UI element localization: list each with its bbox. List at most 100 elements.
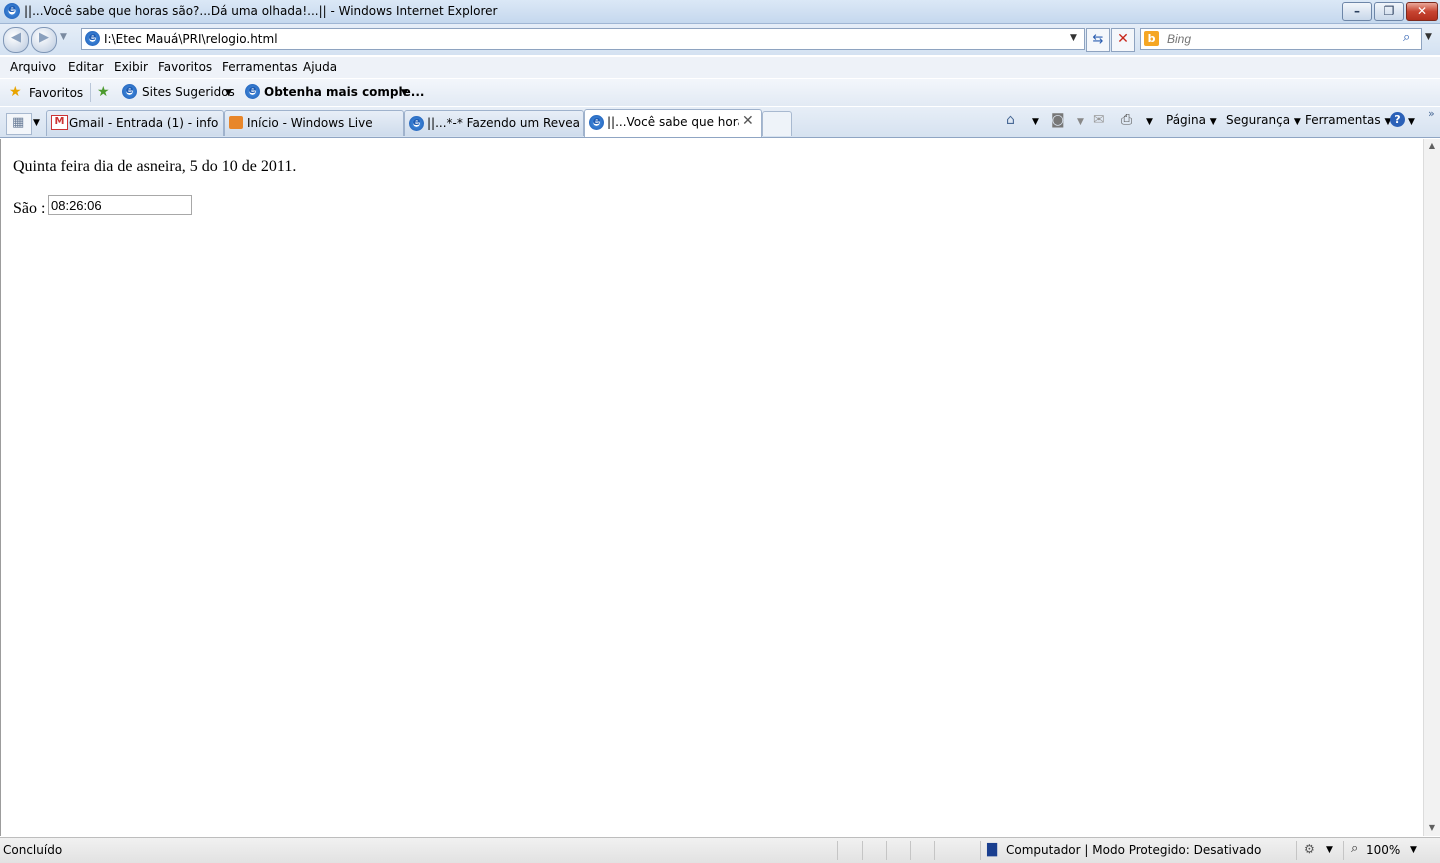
tab-bar: ▦ ▼ M Gmail - Entrada (1) - infoin... In… [0, 107, 1440, 138]
chevron-down-icon: ▼ [1293, 117, 1301, 127]
title-bar: e ||...Você sabe que horas são?...Dá uma… [0, 0, 1440, 24]
restore-icon: ❐ [1383, 4, 1395, 18]
tab-windows-live[interactable]: Início - Windows Live [224, 110, 404, 136]
address-bar[interactable]: e I:\Etec Mauá\PRI\relogio.html ▼ [81, 28, 1085, 50]
time-label: São : [13, 200, 46, 217]
status-divider [934, 841, 935, 860]
recent-pages-dropdown-icon[interactable]: ▼ [60, 32, 67, 42]
home-icon[interactable]: ⌂ [1006, 112, 1015, 128]
address-dropdown-icon[interactable]: ▼ [1070, 33, 1077, 43]
window-title: ||...Você sabe que horas são?...Dá uma o… [24, 4, 498, 18]
tab-label: ||...Você sabe que horas... [607, 115, 739, 129]
favorites-divider [90, 83, 91, 102]
scroll-up-arrow-icon[interactable]: ▲ [1424, 141, 1440, 150]
tools-menu-label: Ferramentas [1305, 113, 1381, 127]
status-divider [862, 841, 863, 860]
address-text[interactable]: I:\Etec Mauá\PRI\relogio.html [104, 32, 278, 46]
feeds-icon[interactable]: ◙ [1051, 112, 1065, 128]
close-tab-icon[interactable]: ✕ [742, 113, 754, 129]
tab-revealt[interactable]: e ||...*-* Fazendo um Revealt... [404, 110, 584, 136]
status-text: Concluído [3, 843, 63, 857]
restore-button[interactable]: ❐ [1374, 2, 1404, 21]
minimize-icon: – [1354, 4, 1360, 18]
new-tab-button[interactable] [762, 111, 792, 136]
ie-page-icon: e [122, 83, 137, 99]
zoom-level[interactable]: 100% [1366, 843, 1400, 857]
tab-label: Início - Windows Live [247, 116, 373, 130]
navigation-bar: ◀ ▶ ▼ e I:\Etec Mauá\PRI\relogio.html ▼ … [0, 24, 1440, 55]
status-divider [1343, 841, 1344, 860]
favorites-bar: ★ Favoritos ★ e Sites Sugeridos ▼ e Obte… [0, 79, 1440, 106]
popup-blocker-icon[interactable]: ⚙ [1304, 842, 1315, 856]
ie-icon: e [589, 114, 604, 130]
mail-icon[interactable]: ✉ [1093, 112, 1105, 128]
tab-label: Gmail - Entrada (1) - infoin... [69, 116, 219, 130]
tab-label: ||...*-* Fazendo um Revealt... [427, 116, 579, 130]
status-divider [837, 841, 838, 860]
tab-list-dropdown-icon[interactable]: ▼ [33, 118, 40, 128]
help-dropdown-icon[interactable]: ▼ [1408, 117, 1415, 127]
feeds-dropdown-icon[interactable]: ▼ [1077, 117, 1084, 127]
menu-editar[interactable]: Editar [68, 60, 104, 74]
help-icon[interactable]: ? [1390, 112, 1405, 127]
status-bar: Concluído ▇ Computador | Modo Protegido:… [0, 837, 1440, 863]
security-zone-text[interactable]: Computador | Modo Protegido: Desativado [1006, 843, 1261, 857]
menu-ferramentas[interactable]: Ferramentas [222, 60, 298, 74]
print-icon[interactable]: ⎙ [1121, 112, 1132, 128]
zoom-icon[interactable]: ⌕ [1351, 841, 1358, 856]
status-divider [1296, 841, 1297, 860]
stop-button[interactable]: ✕ [1111, 28, 1135, 52]
page-content: Quinta feira dia de asneira, 5 do 10 de … [0, 139, 1424, 836]
popup-dropdown-icon[interactable]: ▼ [1326, 845, 1333, 855]
menu-favoritos[interactable]: Favoritos [158, 60, 212, 74]
tab-relogio-active[interactable]: e ||...Você sabe que horas... ✕ [584, 109, 762, 137]
search-input[interactable] [1165, 31, 1399, 47]
favorites-label: Favoritos [29, 86, 84, 100]
zoom-dropdown-icon[interactable]: ▼ [1410, 845, 1417, 855]
status-divider [886, 841, 887, 860]
menu-ajuda[interactable]: Ajuda [303, 60, 337, 74]
back-arrow-icon: ◀ [11, 30, 21, 45]
suggested-sites-button[interactable]: e Sites Sugeridos ▼ [120, 82, 235, 102]
clock-input[interactable] [48, 195, 192, 215]
suggested-sites-label: Sites Sugeridos [142, 85, 235, 99]
star-icon: ★ [9, 84, 22, 100]
menu-arquivo[interactable]: Arquivo [10, 60, 56, 74]
quick-tabs-button[interactable]: ▦ [6, 113, 32, 135]
windows-live-mail-icon [229, 116, 243, 129]
minimize-button[interactable]: – [1342, 2, 1372, 21]
refresh-icon: ⇆ [1092, 32, 1104, 47]
security-menu-button[interactable]: Segurança ▼ [1226, 113, 1301, 127]
close-window-button[interactable]: ✕ [1406, 2, 1438, 21]
forward-arrow-icon: ▶ [39, 30, 49, 45]
add-to-favorites-icon[interactable]: ★ [97, 84, 110, 100]
compatibility-refresh-button[interactable]: ⇆ [1086, 28, 1110, 52]
toolbar-overflow-icon[interactable]: » [1428, 107, 1435, 120]
close-icon: ✕ [1416, 4, 1428, 18]
page-icon: e [85, 30, 100, 46]
favorites-button[interactable]: ★ Favoritos [7, 82, 84, 102]
chevron-down-icon: ▼ [1209, 117, 1217, 127]
search-icon[interactable]: ⌕ [1403, 30, 1410, 45]
back-button[interactable]: ◀ [3, 27, 29, 53]
vertical-scrollbar[interactable]: ▲ ▼ [1423, 139, 1440, 836]
stop-icon: ✕ [1117, 31, 1129, 47]
search-box[interactable]: b ⌕ [1140, 28, 1422, 50]
bing-icon: b [1144, 31, 1159, 46]
search-options-dropdown-icon[interactable]: ▼ [1425, 32, 1432, 42]
menu-exibir[interactable]: Exibir [114, 60, 148, 74]
scroll-down-arrow-icon[interactable]: ▼ [1424, 823, 1440, 832]
page-menu-button[interactable]: Página ▼ [1166, 113, 1217, 127]
tools-menu-button[interactable]: Ferramentas ▼ [1305, 113, 1391, 127]
grid-icon: ▦ [12, 115, 25, 130]
get-more-addons-button[interactable]: e Obtenha mais comple... ▼ [243, 82, 424, 102]
ie-logo-icon: e [4, 2, 20, 19]
home-dropdown-icon[interactable]: ▼ [1032, 117, 1039, 127]
print-dropdown-icon[interactable]: ▼ [1146, 117, 1153, 127]
computer-zone-icon: ▇ [987, 842, 997, 857]
gmail-icon: M [51, 115, 68, 130]
security-menu-label: Segurança [1226, 113, 1291, 127]
status-divider [910, 841, 911, 860]
forward-button[interactable]: ▶ [31, 27, 57, 53]
tab-gmail[interactable]: M Gmail - Entrada (1) - infoin... [46, 110, 224, 136]
